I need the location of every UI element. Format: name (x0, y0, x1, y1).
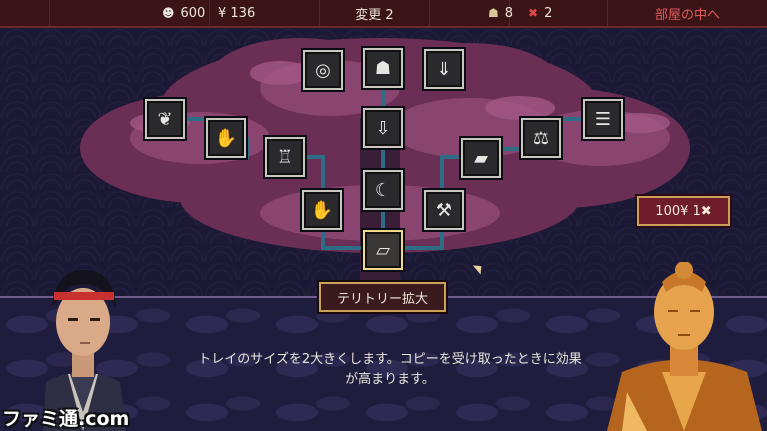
mask-counter: ☗ 8 (430, 0, 513, 26)
famitsu-watermark: ファミ通.com (2, 408, 130, 430)
skill-node-hanging-tray[interactable]: ⚖ (521, 118, 561, 158)
tree-connector (381, 210, 385, 232)
skill-node-waterfall[interactable]: ☰ (583, 99, 623, 139)
skill-node-bench[interactable]: ⚒ (424, 190, 464, 230)
skill-node-hand-two[interactable]: ✋ (302, 190, 342, 230)
tree-connector (500, 147, 522, 151)
waterfall-icon: ☰ (594, 108, 612, 130)
topbar-left-cap (0, 0, 50, 26)
money-value: 600 (180, 5, 206, 21)
skill-node-tray-box[interactable]: ▰ (461, 138, 501, 178)
skill-node-hand-one[interactable]: ✋ (206, 118, 246, 158)
change-value: 変更 2 (355, 7, 394, 23)
game-screen: ❦ ✋ ♖ ✋ ◎ ☗ ⇓ ⇩ ☾ ⚒ ▰ ⚖ ☰ ▱ 100¥ 1✖ テリトリ… (0, 0, 767, 431)
golden-statue-portrait (607, 262, 762, 431)
red-flower-icon: ✖ (528, 6, 539, 20)
skill-node-coins[interactable]: ◎ (303, 50, 343, 90)
lives-counter: ✖ 2 (510, 0, 608, 26)
tray-box-icon: ▰ (474, 147, 488, 169)
skill-node-wings[interactable]: ❦ (145, 99, 185, 139)
masks-down-icon: ⇓ (436, 58, 452, 80)
coins-icon: ◎ (315, 59, 331, 81)
mask-tray-icon: ☗ (374, 57, 392, 79)
skill-node-territory-expansion[interactable]: ▱ (363, 230, 403, 270)
tree-connector (560, 117, 584, 121)
demon-mask-icon: ☗ (488, 6, 499, 20)
purchase-price-button[interactable]: 100¥ 1✖ (637, 196, 730, 226)
skill-node-down-arrow-masks[interactable]: ⇓ (424, 49, 464, 89)
hand-icon: ✋ (214, 127, 238, 149)
pedestal-icon: ♖ (276, 146, 294, 168)
hand-icon: ✋ (310, 199, 334, 221)
skill-node-pedestal[interactable]: ♖ (265, 137, 305, 177)
skill-title-label: テリトリー拡大 (319, 282, 446, 312)
tray-icon: ▱ (376, 239, 390, 261)
yen-counter: ¥ 136 (210, 0, 320, 26)
yen-value: ¥ 136 (218, 5, 256, 21)
tree-connector (404, 246, 444, 250)
description-line-1: トレイのサイズを2大きくします。コピーを受け取ったときに効果 (198, 352, 582, 367)
skill-node-scroll[interactable]: ⇩ (363, 108, 403, 148)
lives-value: 2 (544, 5, 553, 21)
skill-node-mask-tray[interactable]: ☗ (363, 48, 403, 88)
top-status-bar: ☻ 600 ¥ 136 変更 2 ☗ 8 ✖ 2 部屋の中へ (0, 0, 767, 28)
tree-connector (440, 155, 444, 190)
tree-connector (381, 148, 385, 170)
description-line-2: が高まります。 (345, 372, 435, 387)
tree-connector (321, 246, 365, 250)
bench-icon: ⚒ (435, 199, 453, 221)
skill-node-moon-fan[interactable]: ☾ (363, 170, 403, 210)
scroll-down-icon: ⇩ (375, 117, 391, 139)
go-to-room-link[interactable]: 部屋の中へ (608, 0, 767, 26)
tree-connector (321, 155, 325, 190)
change-counter: 変更 2 (320, 0, 430, 26)
skill-description: トレイのサイズを2大きくします。コピーを受け取ったときに効果 が高まります。 (150, 350, 630, 390)
moon-fan-icon: ☾ (374, 179, 392, 201)
hanging-tray-icon: ⚖ (532, 127, 550, 149)
tree-connector (381, 90, 385, 110)
money-counter: ☻ 600 (50, 0, 210, 26)
winged-orb-icon: ❦ (157, 108, 173, 130)
face-coin-icon: ☻ (162, 6, 175, 20)
go-to-room-label[interactable]: 部屋の中へ (655, 4, 720, 23)
